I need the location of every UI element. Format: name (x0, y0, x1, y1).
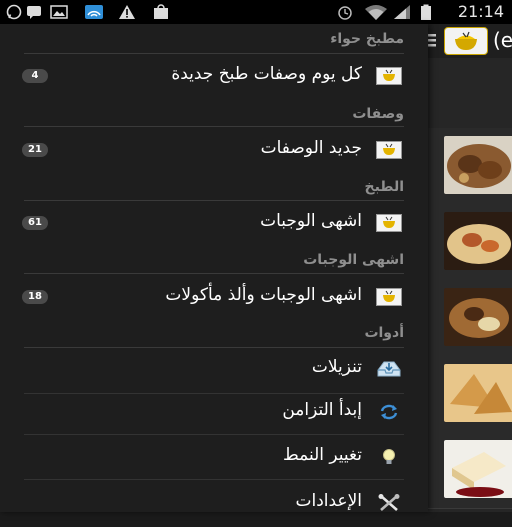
drawer-item-start-sync[interactable]: إبدأ التزامن (0, 388, 428, 436)
list-item[interactable] (428, 280, 512, 357)
folder-mail-icon (376, 288, 402, 306)
clock: 21:14 (457, 2, 504, 21)
app-logo-icon[interactable] (444, 27, 488, 55)
drawer-item-daily-recipes[interactable]: 4 كل يوم وصفات طبخ جديدة (0, 52, 428, 100)
recipe-thumbnail-cake (444, 440, 512, 498)
drawer-item-label: الإعدادات (295, 491, 362, 511)
settings-tools-icon (378, 494, 400, 511)
section-header: الطبخ (364, 179, 405, 195)
recipe-thumbnail-stew (444, 288, 512, 346)
list-item[interactable] (428, 204, 512, 281)
wifi-signal-box-icon (85, 5, 103, 19)
drawer-item-change-theme[interactable]: تغيير النمط (0, 433, 428, 481)
list-item[interactable] (428, 128, 512, 205)
gallery-icon (50, 5, 68, 19)
status-bar: 21:14 (0, 0, 512, 24)
drawer-item-label: تغيير النمط (283, 445, 362, 465)
drawer-item-downloads[interactable]: تنزيلات (0, 345, 428, 393)
drawer-item-label: إبدأ التزامن (282, 400, 362, 420)
section-header: اشهى الوجبات (303, 252, 404, 268)
section-header: أدوات (364, 325, 404, 341)
drawer-item-label: تنزيلات (311, 357, 362, 377)
navigation-drawer: مطبخ حواء 4 كل يوم وصفات طبخ جديدة وصفات… (0, 24, 428, 512)
folder-mail-icon (376, 214, 402, 232)
recipe-thumbnail-meat (444, 136, 512, 194)
drawer-item-label: كل يوم وصفات طبخ جديدة (171, 64, 362, 84)
wifi-icon (365, 5, 387, 20)
message-icon (27, 6, 41, 19)
lightbulb-icon (383, 449, 395, 464)
drawer-item-settings[interactable]: الإعدادات (0, 479, 428, 527)
battery-icon (421, 4, 431, 20)
sync-icon (380, 404, 398, 420)
count-badge: 21 (22, 143, 48, 157)
drawer-item-label: اشهى الوجبات (260, 211, 362, 231)
cell-signal-icon (394, 5, 410, 19)
download-tray-icon (377, 361, 401, 377)
app-title[interactable]: (e (493, 28, 512, 52)
count-badge: 18 (22, 290, 48, 304)
list-item[interactable] (428, 356, 512, 433)
drawer-item-new-recipes[interactable]: 21 جديد الوصفات (0, 126, 428, 174)
shopping-bag-icon (154, 4, 168, 19)
drawer-item-best-meals-dishes[interactable]: 18 اشهى الوجبات وألذ مأكولات (0, 273, 428, 321)
recipe-thumbnail-pastry (444, 364, 512, 422)
drawer-item-label: اشهى الوجبات وألذ مأكولات (165, 285, 362, 305)
folder-mail-icon (376, 141, 402, 159)
folder-mail-icon (376, 67, 402, 85)
drawer-item-best-meals[interactable]: 61 اشهى الوجبات (0, 199, 428, 247)
count-badge: 4 (22, 69, 48, 83)
alarm-icon (338, 6, 352, 20)
count-badge: 61 (22, 216, 48, 230)
section-header: مطبخ حواء (330, 31, 404, 47)
drawer-item-label: جديد الوصفات (260, 138, 362, 158)
drawer-menu-icon[interactable] (428, 32, 436, 48)
whatsapp-icon (6, 4, 22, 20)
list-item[interactable] (428, 432, 512, 509)
recipe-thumbnail-rice (444, 212, 512, 270)
warning-icon (119, 5, 135, 19)
section-header: وصفات (352, 106, 404, 122)
